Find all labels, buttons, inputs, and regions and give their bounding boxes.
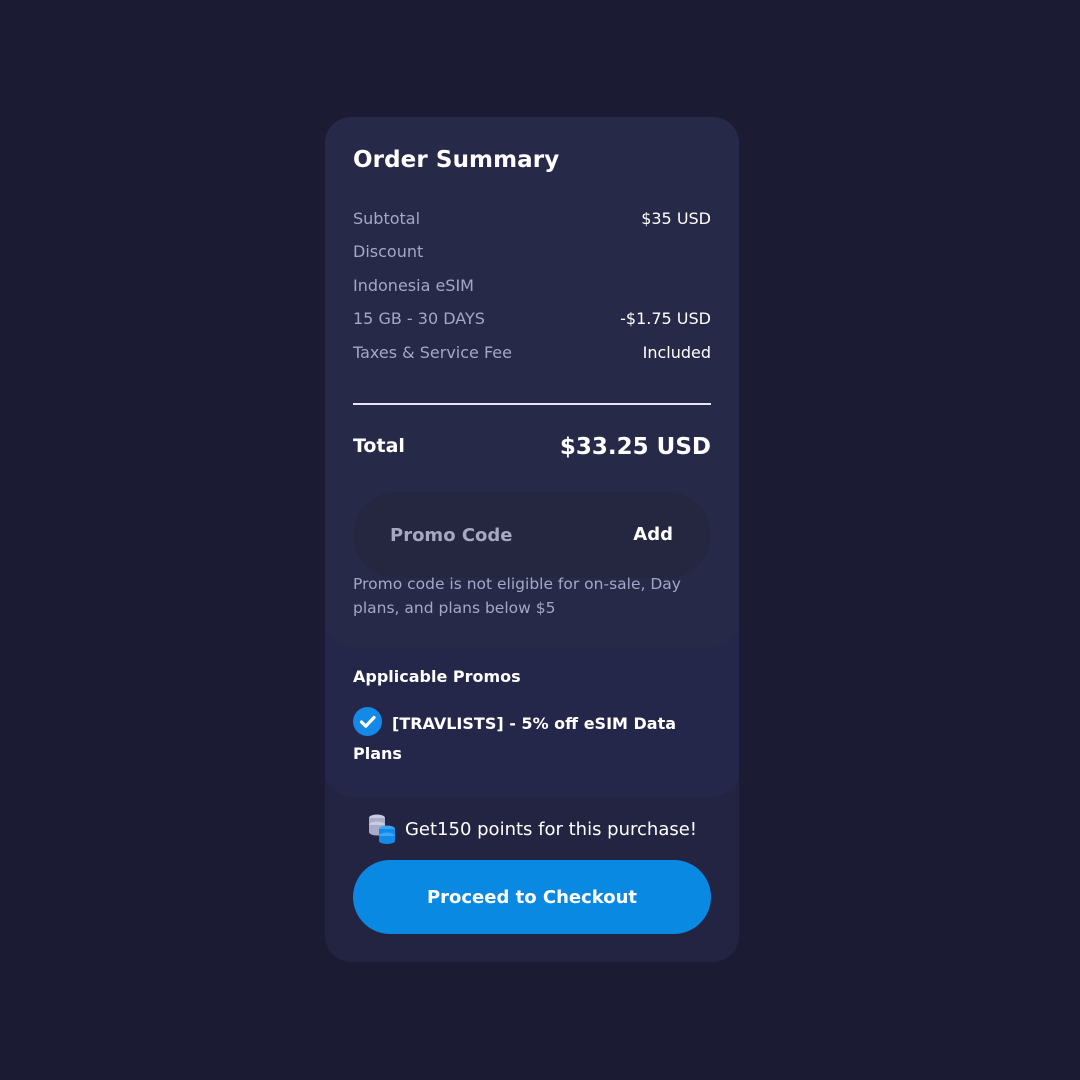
promo-option-label: [TRAVLISTS] - 5% off eSIM Data Plans — [353, 714, 677, 763]
plan-row: 15 GB - 30 DAYS -$1.75 USD — [353, 307, 711, 331]
taxes-row: Taxes & Service Fee Included — [353, 341, 711, 365]
plan-discount-value: -$1.75 USD — [620, 309, 711, 328]
points-info: Get150 points for this purchase! — [325, 814, 739, 846]
promo-add-button[interactable]: Add — [623, 517, 683, 553]
subtotal-value: $35 USD — [641, 209, 711, 228]
subtotal-label: Subtotal — [353, 209, 421, 228]
product-label: Indonesia eSIM — [353, 276, 474, 295]
product-row: Indonesia eSIM — [353, 274, 711, 298]
coins-icon — [367, 812, 397, 844]
promo-code-box: Add — [353, 492, 711, 578]
promo-eligibility-note: Promo code is not eligible for on-sale, … — [353, 575, 681, 617]
discount-row: Discount — [353, 240, 711, 264]
taxes-value: Included — [642, 343, 711, 362]
applicable-promos-title: Applicable Promos — [353, 667, 521, 686]
total-value: $33.25 USD — [559, 434, 711, 460]
subtotal-row: Subtotal $35 USD — [353, 207, 711, 231]
proceed-to-checkout-button[interactable]: Proceed to Checkout — [353, 860, 711, 934]
promo-code-input[interactable] — [381, 517, 620, 553]
discount-label: Discount — [353, 242, 424, 261]
total-label: Total — [353, 435, 405, 457]
order-summary-card: Order Summary Subtotal $35 USD Discount … — [325, 117, 739, 962]
taxes-label: Taxes & Service Fee — [353, 343, 512, 362]
checkmark-icon[interactable] — [353, 707, 382, 736]
plan-label: 15 GB - 30 DAYS — [353, 309, 485, 328]
summary-divider — [353, 403, 711, 405]
order-summary-title: Order Summary — [353, 147, 560, 173]
points-text: Get150 points for this purchase! — [404, 819, 698, 840]
promo-option-travlists[interactable]: [TRAVLISTS] - 5% off eSIM Data Plans — [353, 707, 693, 769]
